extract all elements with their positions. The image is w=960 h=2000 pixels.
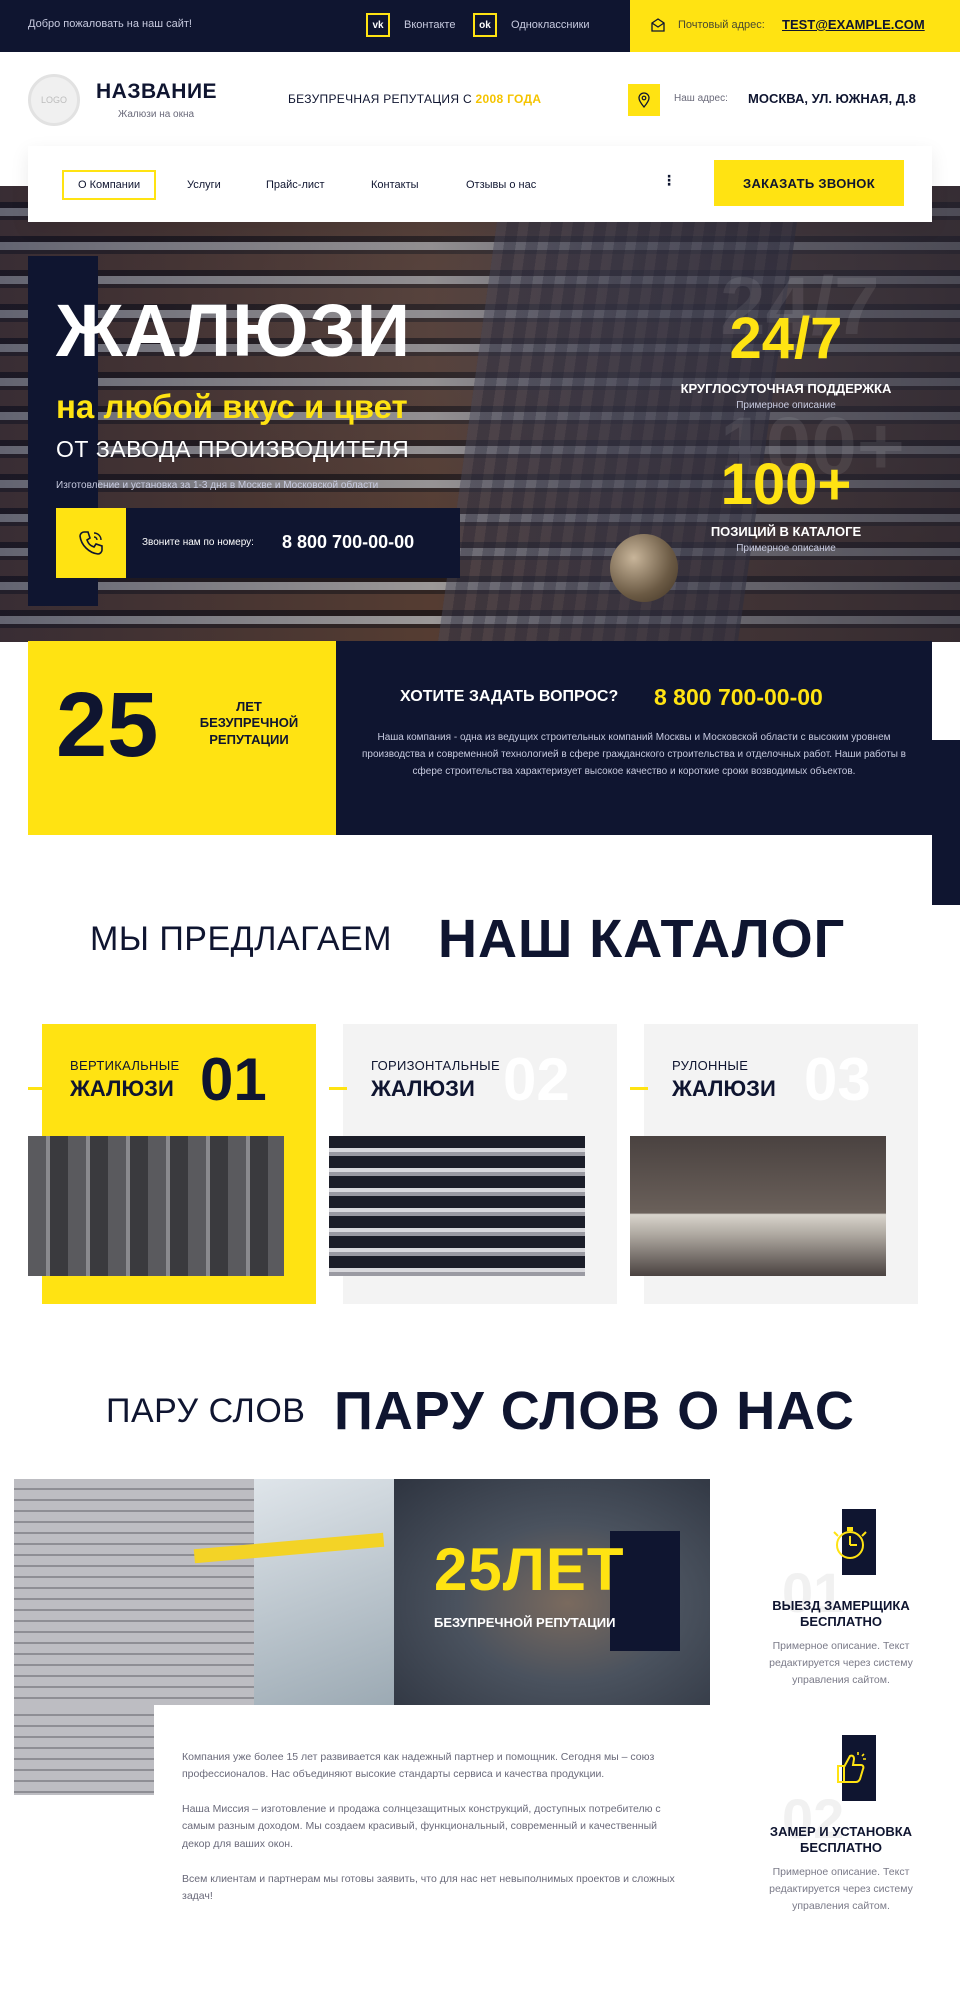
brand-subtitle: Жалюзи на окна	[118, 109, 195, 120]
card-subtitle-1: ВЕРТИКАЛЬНЫЕ	[70, 1058, 180, 1073]
map-pin-icon	[628, 84, 660, 116]
card-image-vertical[interactable]	[28, 1136, 284, 1276]
feature-title-1: ВЫЕЗД ЗАМЕРЩИКА БЕСПЛАТНО	[772, 1598, 910, 1630]
stat-label-support: КРУГЛОСУТОЧНАЯ ПОДДЕРЖКА	[680, 381, 892, 396]
years-block: 25 ЛЕТ БЕЗУПРЕЧНОЙ РЕПУТАЦИИ	[28, 641, 336, 835]
question-description: Наша компания - одна из ведущих строител…	[361, 732, 906, 777]
vk-label: Вконтакте	[404, 19, 456, 31]
welcome-text: Добро пожаловать на наш сайт!	[28, 18, 192, 30]
main-nav: О Компании Услуги Прайс-лист Контакты От…	[28, 146, 932, 222]
about-heading-light: ПАРУ СЛОВ	[106, 1392, 306, 1430]
page: Добро пожаловать на наш сайт! vk Вконтак…	[0, 0, 960, 2000]
thumbs-up-icon	[824, 1735, 876, 1801]
card-dash-2	[329, 1087, 347, 1090]
mail-block: Почтовый адрес: TEST@EXAMPLE.COM	[630, 0, 960, 52]
reputation-text: БЕЗУПРЕЧНАЯ РЕПУТАЦИЯ С 2008 ГОДА	[288, 92, 541, 106]
question-block: ХОТИТЕ ЗАДАТЬ ВОПРОС? 8 800 700-00-00 На…	[336, 641, 932, 835]
top-bar: Добро пожаловать на наш сайт! vk Вконтак…	[0, 0, 960, 52]
stat-sub-catalog: Примерное описание	[736, 543, 836, 554]
order-call-button[interactable]: ЗАКАЗАТЬ ЗВОНОК	[714, 160, 904, 206]
card-dash-3	[630, 1087, 648, 1090]
mail-icon	[651, 18, 665, 32]
feature-description-2: Примерное описание. Текст редактируется …	[769, 1866, 913, 1912]
reputation-year: 2008 ГОДА	[475, 92, 542, 106]
nav-item-services[interactable]: Услуги	[187, 170, 221, 200]
nav-item-about[interactable]: О Компании	[62, 170, 157, 200]
card-title-1: ЖАЛЮЗИ	[70, 1076, 174, 1101]
about-heading: ПАРУ СЛОВ О НАС	[334, 1381, 855, 1441]
nav-item-price[interactable]: Прайс-лист	[266, 170, 325, 200]
card-subtitle-3: РУЛОННЫЕ	[672, 1058, 749, 1073]
about-photo-window	[254, 1479, 414, 1705]
card-title-2: ЖАЛЮЗИ	[371, 1076, 475, 1101]
question-title: ХОТИТЕ ЗАДАТЬ ВОПРОС?	[400, 688, 619, 705]
odnoklassniki-link[interactable]: ok Одноклассники	[473, 13, 590, 37]
catalog-heading-light: МЫ ПРЕДЛАГАЕМ	[90, 920, 392, 958]
nav-item-contacts[interactable]: Контакты	[371, 170, 419, 200]
nav-more-icon[interactable]: ⋮	[662, 172, 676, 189]
odnoklassniki-label: Одноклассники	[511, 19, 590, 31]
phone-number[interactable]: 8 800 700-00-00	[282, 532, 414, 553]
about-years: 25ЛЕТ	[434, 1536, 625, 1603]
card-subtitle-2: ГОРИЗОНТАЛЬНЫЕ	[371, 1058, 500, 1073]
brand-name: НАЗВАНИЕ	[96, 80, 218, 103]
phone-icon	[56, 508, 126, 578]
card-number-3: 03	[804, 1046, 871, 1113]
question-phone[interactable]: 8 800 700-00-00	[654, 684, 823, 711]
feature-title-2: ЗАМЕР И УСТАНОВКА БЕСПЛАТНО	[769, 1824, 913, 1856]
stat-value-catalog: 100+	[720, 452, 852, 517]
card-title-3: ЖАЛЮЗИ	[672, 1076, 776, 1101]
odnoklassniki-icon: ok	[473, 13, 497, 37]
vk-link[interactable]: vk Вконтакте	[366, 13, 455, 37]
nav-item-reviews[interactable]: Отзывы о нас	[466, 170, 536, 200]
about-paragraph-3: Всем клиентам и партнерам мы готовы заяв…	[182, 1873, 675, 1903]
about-years-subtitle: БЕЗУПРЕЧНОЙ РЕПУТАЦИИ	[434, 1615, 616, 1630]
card-image-horizontal[interactable]	[329, 1136, 585, 1276]
dark-accent-tab	[932, 740, 960, 905]
about-text-block: Компания уже более 15 лет развивается ка…	[154, 1705, 710, 1925]
mail-link[interactable]: TEST@EXAMPLE.COM	[782, 17, 925, 32]
about-photo-blinds	[14, 1705, 154, 1795]
phone-label: Звоните нам по номеру:	[142, 537, 254, 548]
feature-description-1: Примерное описание. Текст редактируется …	[769, 1640, 913, 1686]
stopwatch-icon	[824, 1509, 876, 1575]
vk-icon: vk	[366, 13, 390, 37]
years-text: ЛЕТ БЕЗУПРЕЧНОЙ РЕПУТАЦИИ	[199, 699, 299, 747]
card-image-roller[interactable]	[630, 1136, 886, 1276]
card-number-1: 01	[200, 1046, 267, 1113]
hero-phone-box[interactable]: Звоните нам по номеру: 8 800 700-00-00	[56, 508, 460, 578]
hero-subtitle-yellow: на любой вкус и цвет	[56, 388, 408, 425]
about-paragraph-1: Компания уже более 15 лет развивается ка…	[182, 1751, 655, 1781]
address-label: Наш адрес:	[674, 93, 728, 104]
reputation-prefix: БЕЗУПРЕЧНАЯ РЕПУТАЦИЯ С	[288, 92, 476, 106]
catalog-heading: НАШ КАТАЛОГ	[438, 909, 846, 969]
years-number: 25	[56, 674, 159, 776]
hero-title: ЖАЛЮЗИ	[56, 289, 412, 372]
stat-label-catalog: ПОЗИЦИЙ В КАТАЛОГЕ	[710, 524, 862, 539]
stat-value-support: 24/7	[729, 306, 843, 371]
hero-subtitle-white: ОТ ЗАВОДА ПРОИЗВОДИТЕЛЯ	[56, 436, 410, 462]
card-number-2: 02	[503, 1046, 570, 1113]
logo[interactable]: LOGO	[28, 74, 80, 126]
hero-description: Изготовление и установка за 1-3 дня в Мо…	[56, 480, 379, 491]
about-paragraph-2: Наша Миссия – изготовление и продажа сол…	[182, 1803, 661, 1850]
mail-label: Почтовый адрес:	[678, 19, 765, 31]
address-value: МОСКВА, УЛ. ЮЖНАЯ, Д.8	[748, 91, 916, 106]
card-dash-1	[28, 1087, 46, 1090]
